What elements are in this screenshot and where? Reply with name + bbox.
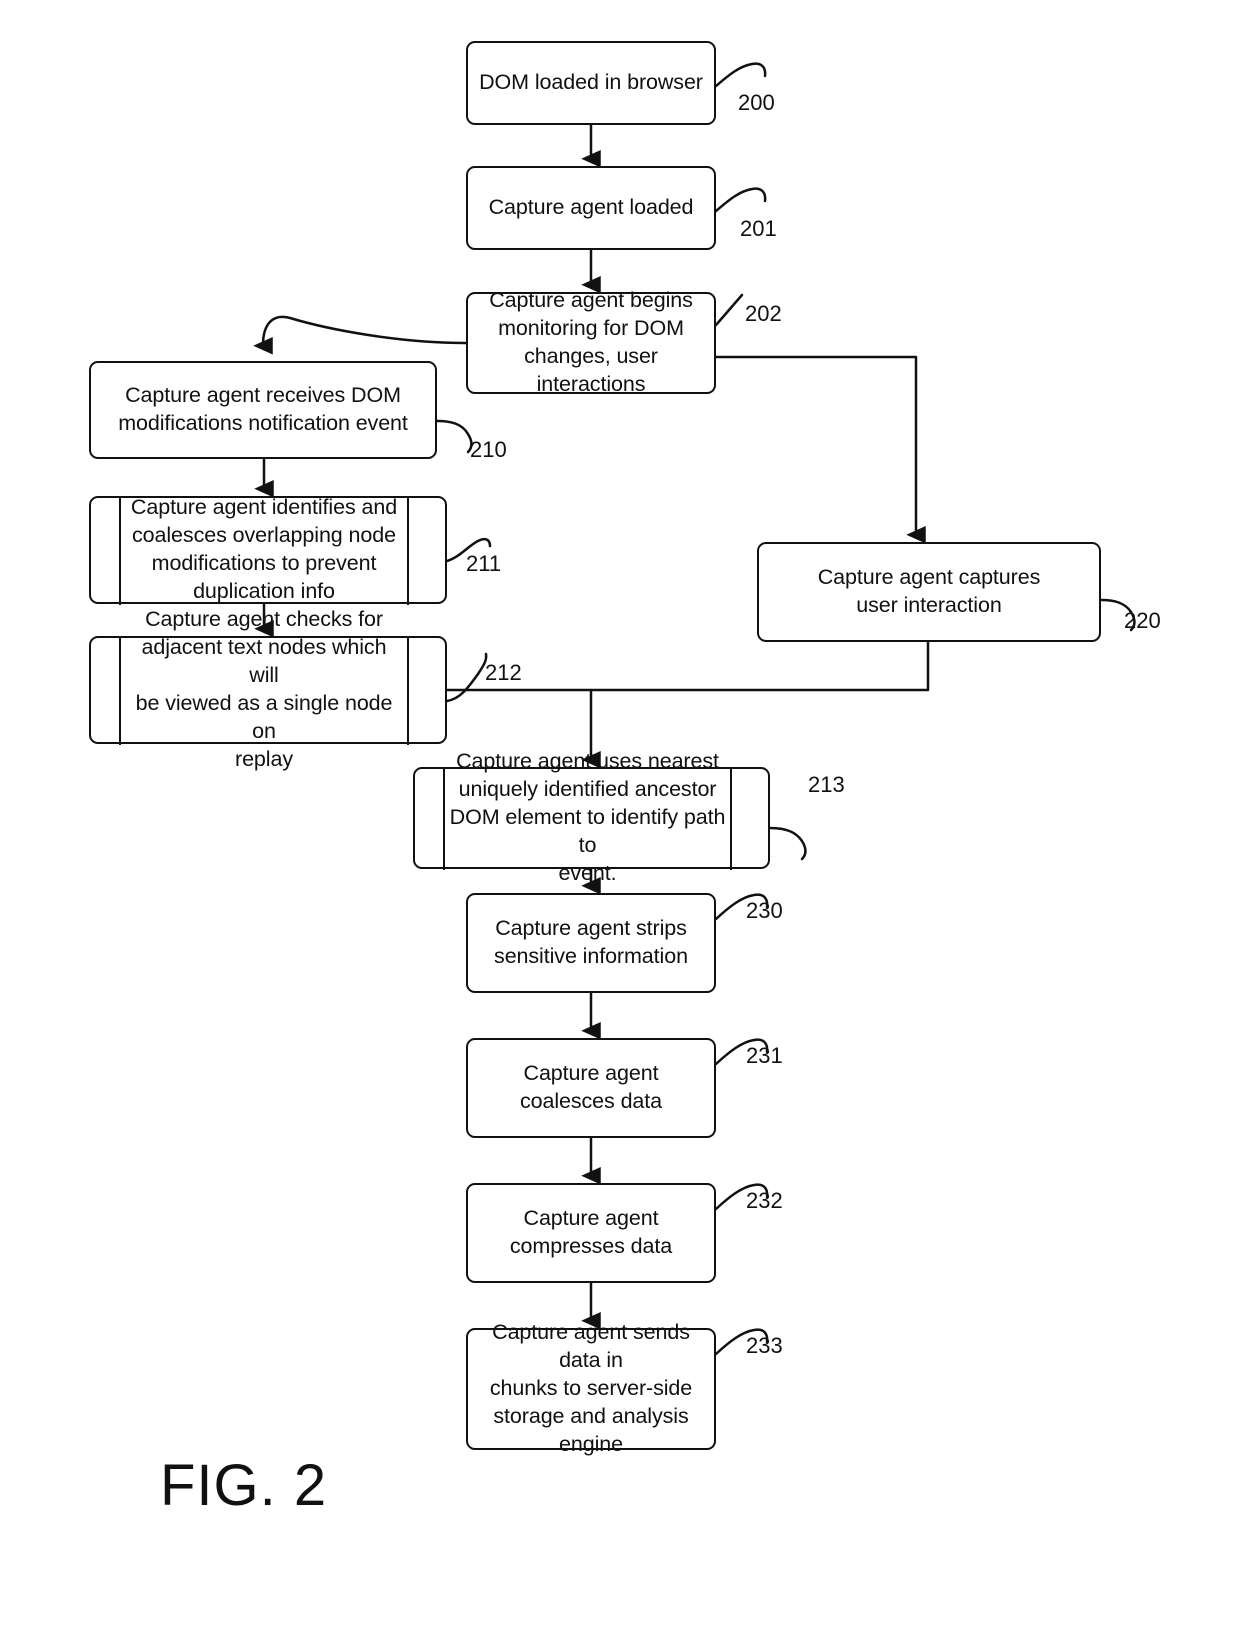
leader-line-202: [714, 293, 744, 327]
reference-numeral-201: 201: [740, 216, 777, 241]
node-label-201: Capture agent loaded: [488, 195, 694, 220]
flowchart-node-200: DOM loaded in browser: [466, 41, 716, 125]
node-label-210: Capture agent receives DOM modifications…: [118, 383, 408, 435]
reference-numeral-230: 230: [746, 898, 783, 923]
leader-line-201: [714, 187, 767, 213]
reference-numeral-233: 233: [746, 1333, 783, 1358]
figure-caption: FIG. 2: [160, 1453, 328, 1518]
flowchart-node-220: Capture agent captures user interaction: [757, 542, 1101, 642]
reference-numeral-213: 213: [808, 772, 845, 797]
node-label-213: Capture agent uses nearest uniquely iden…: [449, 749, 726, 885]
connector-220-to-213: [591, 642, 930, 692]
flowchart-node-212: Capture agent checks for adjacent text n…: [89, 607, 447, 771]
reference-numeral-202: 202: [745, 301, 782, 326]
node-label-231: Capture agent coalesces data: [519, 1061, 663, 1113]
leader-line-213: [768, 826, 807, 861]
node-label-211: Capture agent identifies and coalesces o…: [130, 495, 398, 603]
flowchart-node-232: Capture agent compresses data: [466, 1183, 716, 1283]
reference-leader-lines: [435, 62, 1136, 1356]
reference-numeral-211: 211: [466, 551, 502, 576]
leader-line-212: [445, 652, 488, 703]
flowchart-node-210: Capture agent receives DOM modifications…: [89, 361, 437, 459]
node-label-212: Capture agent checks for adjacent text n…: [135, 607, 393, 771]
node-label-230: Capture agent strips sensitive informati…: [494, 916, 688, 968]
node-label-232: Capture agent compresses data: [509, 1206, 673, 1258]
flowchart-node-213: Capture agent uses nearest uniquely iden…: [413, 749, 770, 885]
flowchart-node-202: Capture agent begins monitoring for DOM …: [466, 288, 716, 396]
connector-202-to-210: [253, 315, 467, 355]
flowchart-node-233: Capture agent sends data in chunks to se…: [466, 1320, 716, 1456]
node-label-200: DOM loaded in browser: [479, 70, 703, 95]
flowchart-node-230: Capture agent strips sensitive informati…: [466, 893, 716, 993]
reference-numeral-220: 220: [1124, 608, 1161, 633]
reference-numeral-210: 210: [470, 437, 507, 462]
figure-canvas: DOM loaded in browser Capture agent loade…: [0, 0, 1240, 1643]
reference-numeral-212: 212: [485, 660, 522, 685]
reference-numeral-232: 232: [746, 1188, 783, 1213]
node-label-220: Capture agent captures user interaction: [817, 565, 1041, 617]
flowchart-node-201: Capture agent loaded: [466, 166, 716, 250]
node-label-233: Capture agent sends data in chunks to se…: [489, 1320, 693, 1456]
leader-line-210: [435, 419, 473, 454]
flowchart-node-231: Capture agent coalesces data: [466, 1038, 716, 1138]
leader-line-200: [714, 62, 767, 88]
flowchart-node-211: Capture agent identifies and coalesces o…: [89, 495, 447, 605]
reference-numeral-231: 231: [746, 1043, 783, 1068]
node-label-202: Capture agent begins monitoring for DOM …: [489, 288, 693, 396]
connector-202-to-220: [716, 355, 926, 544]
reference-numeral-200: 200: [738, 90, 775, 115]
